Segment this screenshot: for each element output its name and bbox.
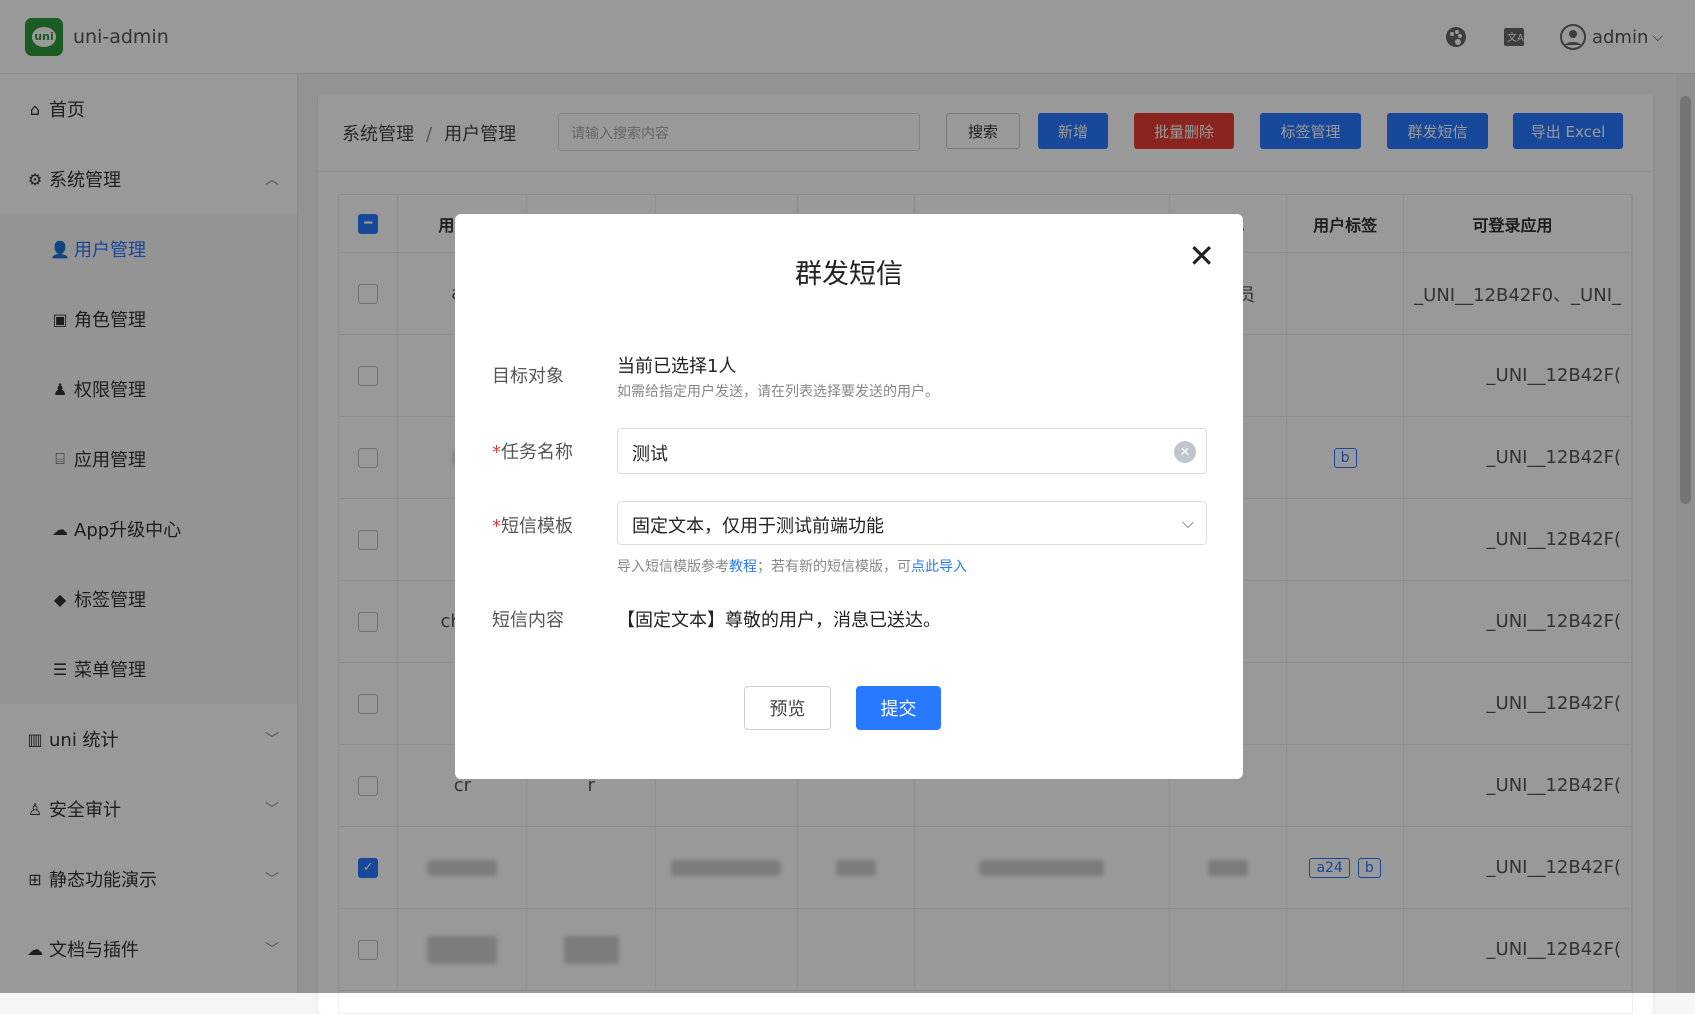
target-label: 目标对象 (492, 366, 564, 387)
template-hint: 导入短信模版参考教程；若有新的短信模版，可点此导入 (617, 559, 967, 575)
tutorial-link[interactable]: 教程 (729, 559, 757, 575)
preview-button[interactable]: 预览 (744, 686, 831, 730)
target-value: 当前已选择1人 (617, 356, 737, 377)
template-select[interactable]: 固定文本，仅用于测试前端功能 ⌵ (617, 501, 1207, 545)
dialog-title: 群发短信 (795, 259, 903, 290)
chevron-down-icon: ⌵ (1181, 513, 1194, 532)
target-hint: 如需给指定用户发送，请在列表选择要发送的用户。 (617, 384, 939, 400)
template-value: 固定文本，仅用于测试前端功能 (632, 516, 884, 537)
content-label: 短信内容 (492, 610, 564, 631)
import-link[interactable]: 点此导入 (911, 559, 967, 575)
content-value: 【固定文本】尊敬的用户，消息已送达。 (617, 610, 941, 631)
task-name-input[interactable]: 测试 ✕ (617, 428, 1207, 474)
clear-icon[interactable]: ✕ (1174, 441, 1196, 463)
close-icon[interactable]: ✕ (1188, 240, 1215, 272)
mass-sms-dialog: 群发短信 ✕ 目标对象 当前已选择1人 如需给指定用户发送，请在列表选择要发送的… (455, 214, 1243, 779)
submit-button[interactable]: 提交 (856, 686, 941, 730)
task-name-label: *任务名称 (492, 442, 573, 463)
task-name-value: 测试 (632, 444, 668, 465)
template-label: *短信模板 (492, 516, 573, 537)
